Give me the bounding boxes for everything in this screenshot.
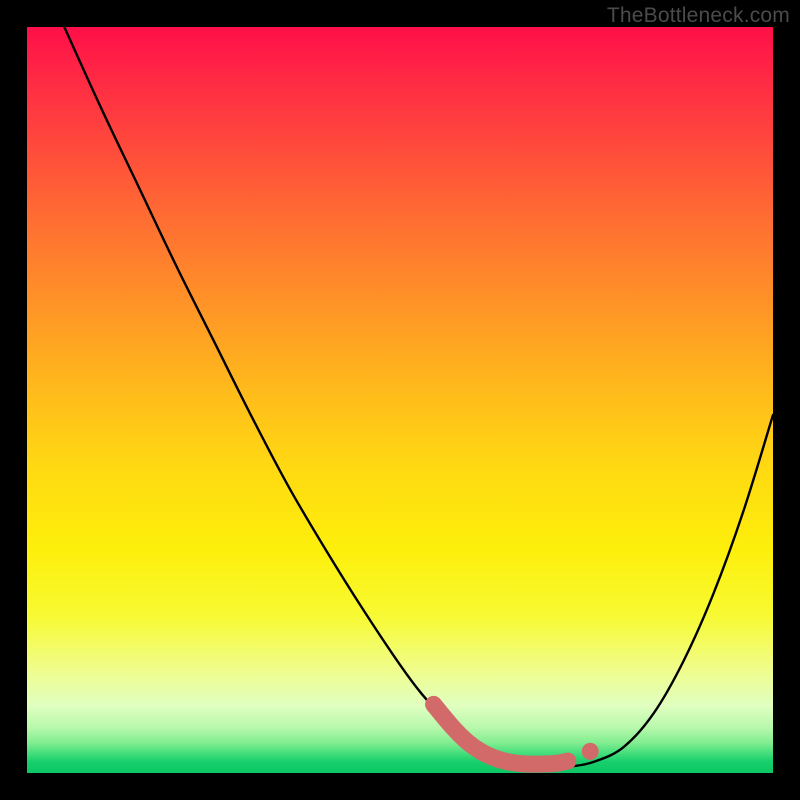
- optimal-range-marker: [434, 704, 568, 764]
- attribution-text: TheBottleneck.com: [607, 4, 790, 28]
- optimal-range-marker-dot: [582, 743, 599, 760]
- bottleneck-curve: [64, 27, 773, 767]
- chart-frame: TheBottleneck.com: [0, 0, 800, 800]
- chart-svg: [27, 27, 773, 773]
